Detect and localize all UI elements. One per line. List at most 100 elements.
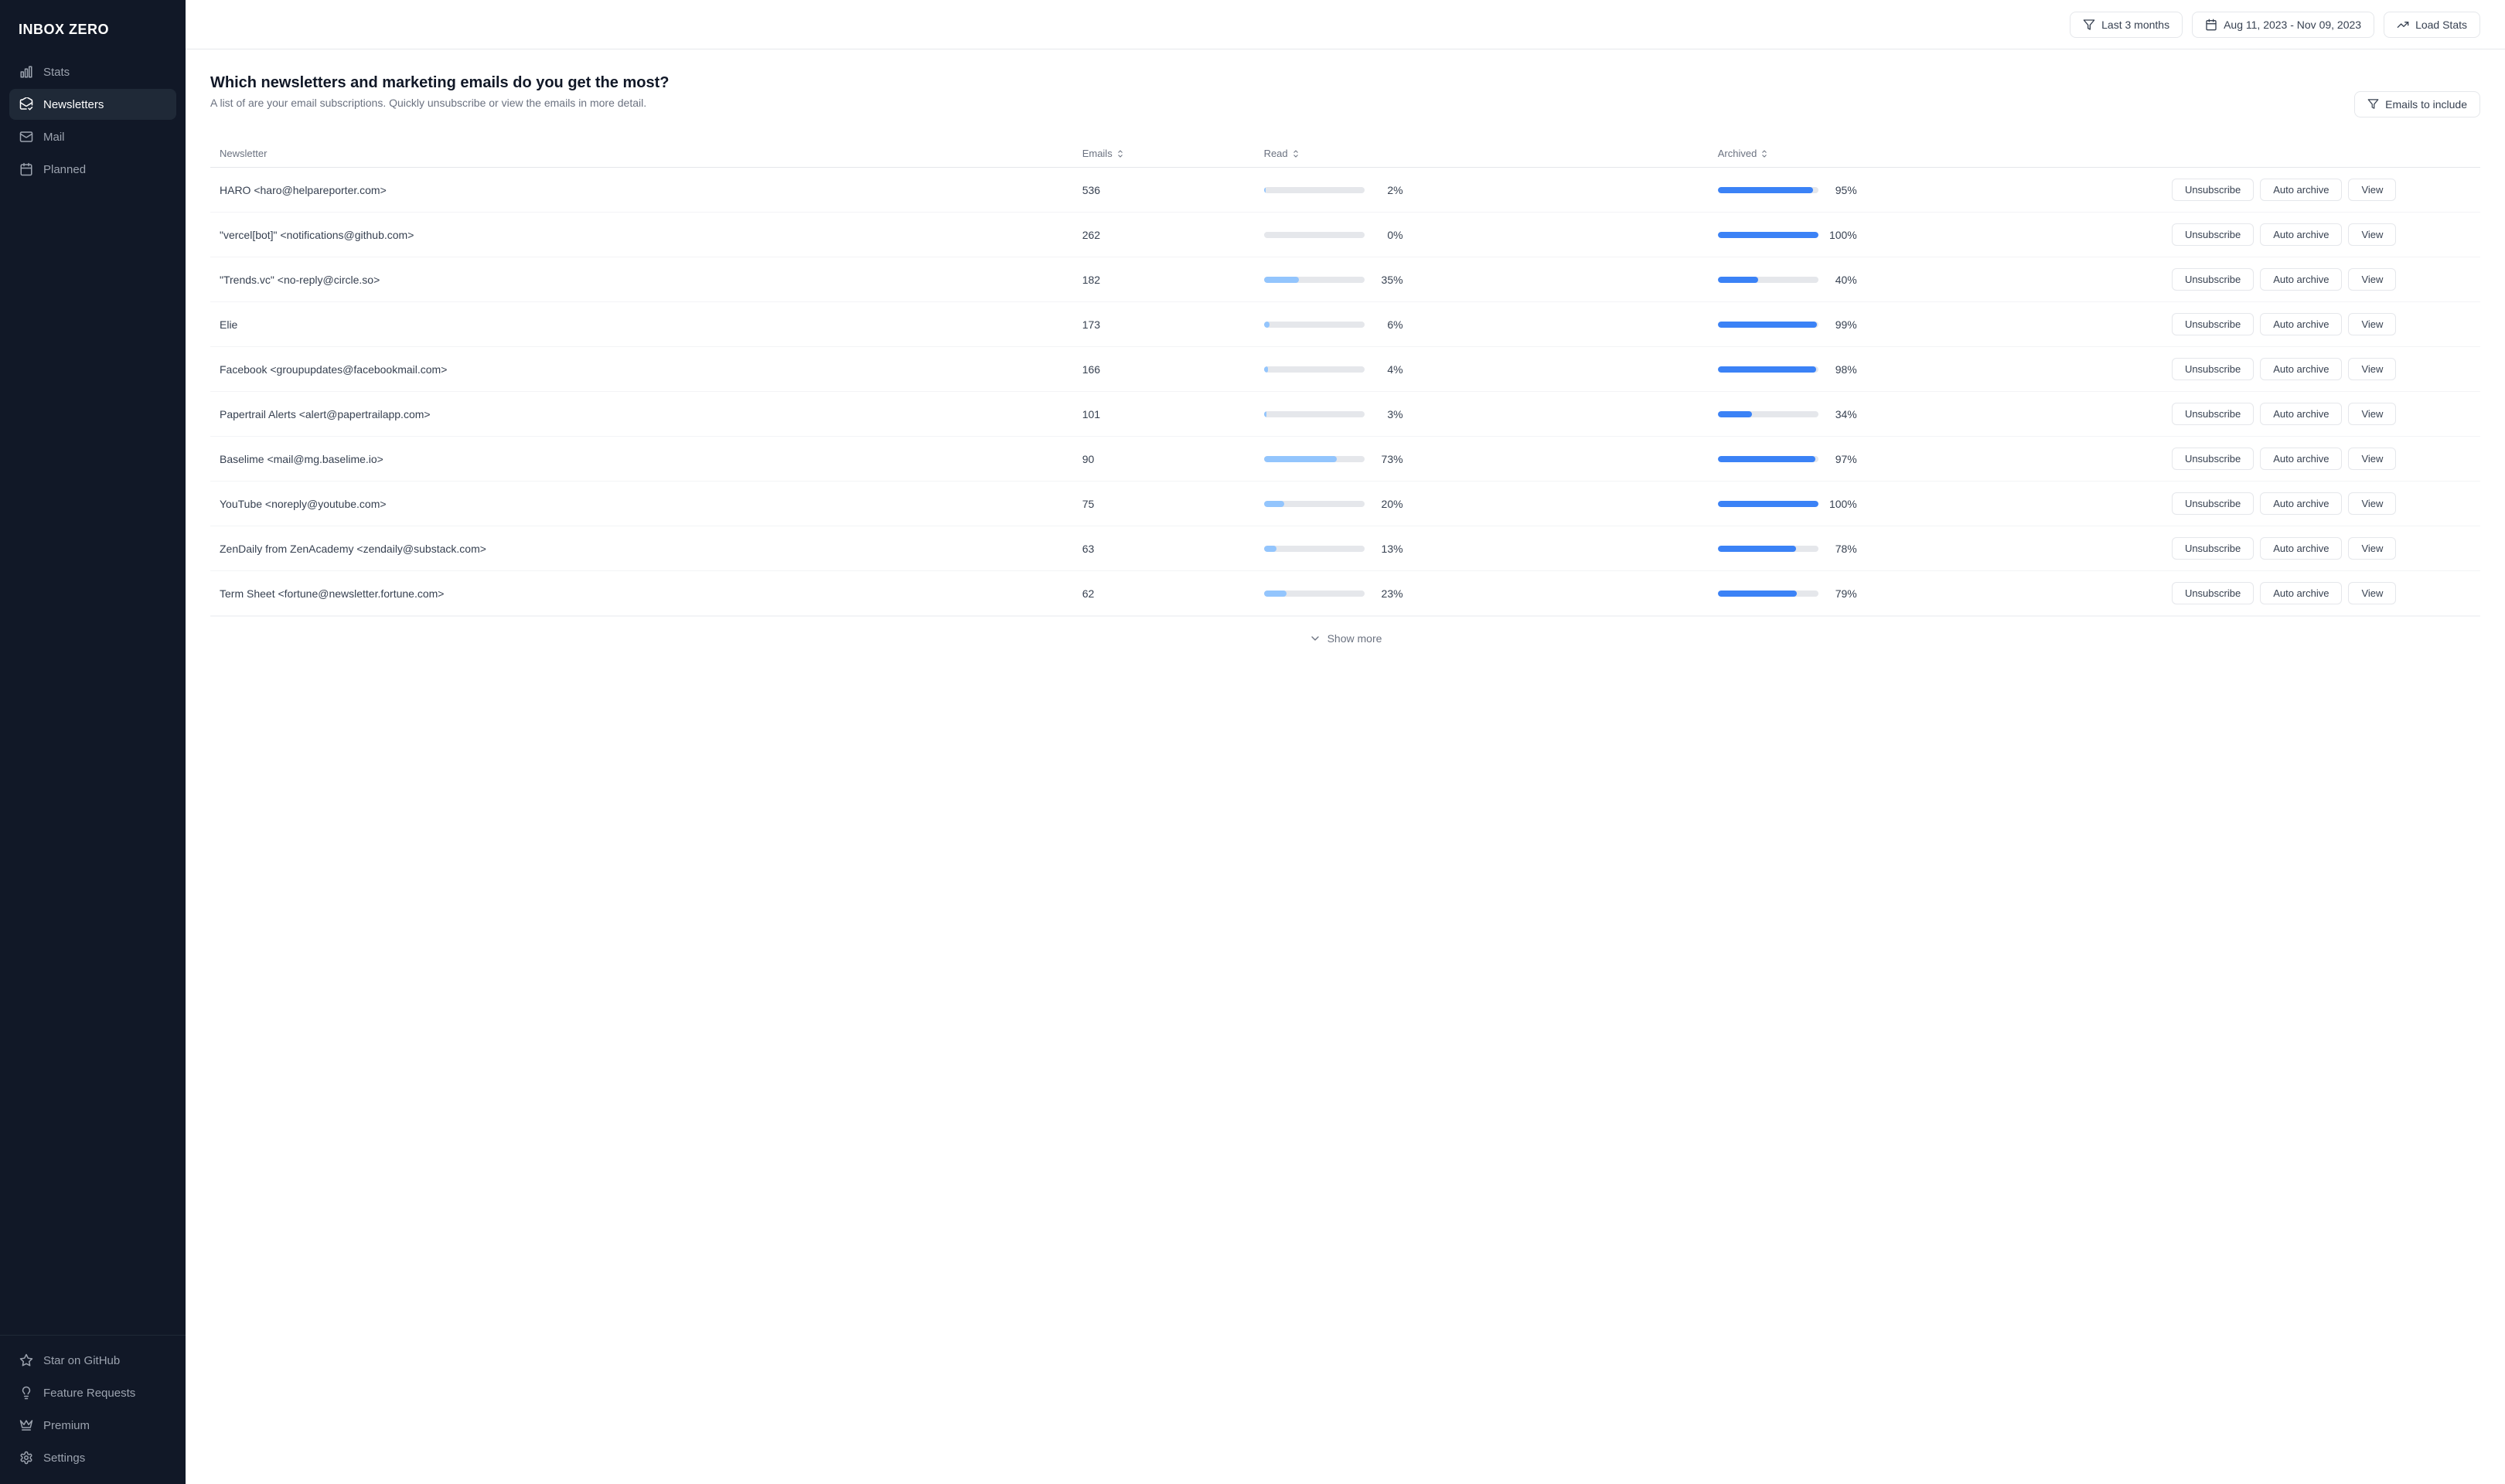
view-button[interactable]: View	[2348, 313, 2396, 335]
sidebar-item-mail-label: Mail	[43, 131, 65, 144]
unsubscribe-button[interactable]: Unsubscribe	[2172, 537, 2254, 560]
newsletters-table: Newsletter Emails Read	[210, 140, 2480, 616]
table-row: Term Sheet <fortune@newsletter.fortune.c…	[210, 571, 2480, 616]
view-button[interactable]: View	[2348, 223, 2396, 246]
sort-icon	[1291, 149, 1300, 158]
email-count: 90	[1082, 453, 1095, 465]
newsletter-name-cell: ZenDaily from ZenAcademy <zendaily@subst…	[210, 526, 1073, 571]
auto-archive-button[interactable]: Auto archive	[2260, 179, 2342, 201]
view-button[interactable]: View	[2348, 448, 2396, 470]
auto-archive-button[interactable]: Auto archive	[2260, 268, 2342, 291]
view-button[interactable]: View	[2348, 537, 2396, 560]
auto-archive-button[interactable]: Auto archive	[2260, 403, 2342, 425]
sidebar-item-planned[interactable]: Planned	[9, 154, 176, 185]
unsubscribe-button[interactable]: Unsubscribe	[2172, 582, 2254, 604]
email-count-cell: 536	[1073, 168, 1255, 213]
archived-rate-cell: 34%	[1709, 392, 2162, 437]
actions-cell: Unsubscribe Auto archive View	[2162, 482, 2480, 526]
sidebar-item-settings[interactable]: Settings	[9, 1442, 176, 1473]
sidebar: INBOX ZERO Stats Newsletters	[0, 0, 186, 1484]
auto-archive-button[interactable]: Auto archive	[2260, 492, 2342, 515]
view-button[interactable]: View	[2348, 358, 2396, 380]
auto-archive-button[interactable]: Auto archive	[2260, 313, 2342, 335]
filter-icon	[2083, 19, 2095, 31]
col-read[interactable]: Read	[1255, 140, 1709, 168]
view-button[interactable]: View	[2348, 268, 2396, 291]
sidebar-item-stats[interactable]: Stats	[9, 56, 176, 87]
page-title: Which newsletters and marketing emails d…	[210, 74, 669, 92]
app-logo: INBOX ZERO	[0, 0, 186, 56]
auto-archive-button[interactable]: Auto archive	[2260, 448, 2342, 470]
unsubscribe-button[interactable]: Unsubscribe	[2172, 268, 2254, 291]
read-rate-cell: 20%	[1255, 482, 1709, 526]
view-button[interactable]: View	[2348, 403, 2396, 425]
newsletter-name: ZenDaily from ZenAcademy <zendaily@subst…	[220, 543, 486, 555]
emails-to-include-button[interactable]: Emails to include	[2354, 91, 2480, 117]
col-archived[interactable]: Archived	[1709, 140, 2162, 168]
sidebar-item-mail[interactable]: Mail	[9, 121, 176, 152]
unsubscribe-button[interactable]: Unsubscribe	[2172, 223, 2254, 246]
read-rate-cell: 2%	[1255, 168, 1709, 213]
newsletter-name: Term Sheet <fortune@newsletter.fortune.c…	[220, 587, 444, 600]
unsubscribe-button[interactable]: Unsubscribe	[2172, 403, 2254, 425]
email-count: 166	[1082, 363, 1100, 376]
archived-pct: 97%	[1828, 453, 1857, 465]
auto-archive-button[interactable]: Auto archive	[2260, 358, 2342, 380]
archived-rate-cell: 78%	[1709, 526, 2162, 571]
email-count-cell: 166	[1073, 347, 1255, 392]
email-count: 101	[1082, 408, 1100, 420]
view-button[interactable]: View	[2348, 492, 2396, 515]
view-button[interactable]: View	[2348, 582, 2396, 604]
sidebar-item-newsletters[interactable]: Newsletters	[9, 89, 176, 120]
filter-icon	[2367, 98, 2379, 110]
unsubscribe-button[interactable]: Unsubscribe	[2172, 358, 2254, 380]
top-header: Last 3 months Aug 11, 2023 - Nov 09, 202…	[186, 0, 2505, 49]
table-row: Facebook <groupupdates@facebookmail.com>…	[210, 347, 2480, 392]
gear-icon	[19, 1450, 34, 1465]
table-row: YouTube <noreply@youtube.com>7520%100%Un…	[210, 482, 2480, 526]
sidebar-item-star-github[interactable]: Star on GitHub	[9, 1345, 176, 1376]
page-info: Which newsletters and marketing emails d…	[210, 74, 669, 134]
archived-pct: 99%	[1828, 318, 1857, 331]
unsubscribe-button[interactable]: Unsubscribe	[2172, 448, 2254, 470]
unsubscribe-button[interactable]: Unsubscribe	[2172, 179, 2254, 201]
auto-archive-button[interactable]: Auto archive	[2260, 223, 2342, 246]
unsubscribe-button[interactable]: Unsubscribe	[2172, 313, 2254, 335]
email-count: 262	[1082, 229, 1100, 241]
email-count: 536	[1082, 184, 1100, 196]
sidebar-item-feature-requests[interactable]: Feature Requests	[9, 1377, 176, 1408]
col-emails[interactable]: Emails	[1073, 140, 1255, 168]
show-more-label: Show more	[1327, 632, 1382, 645]
read-pct: 4%	[1374, 363, 1403, 376]
chevron-down-icon	[1309, 632, 1321, 645]
unsubscribe-button[interactable]: Unsubscribe	[2172, 492, 2254, 515]
email-count-cell: 101	[1073, 392, 1255, 437]
newsletter-name: Facebook <groupupdates@facebookmail.com>	[220, 363, 447, 376]
content-header: Which newsletters and marketing emails d…	[210, 74, 2480, 134]
auto-archive-button[interactable]: Auto archive	[2260, 582, 2342, 604]
archived-rate-cell: 100%	[1709, 482, 2162, 526]
calendar-icon	[2205, 19, 2217, 31]
newsletter-name: "vercel[bot]" <notifications@github.com>	[220, 229, 414, 241]
period-selector[interactable]: Last 3 months	[2070, 12, 2183, 38]
read-rate-cell: 35%	[1255, 257, 1709, 302]
sort-icon	[1760, 149, 1769, 158]
show-more-button[interactable]: Show more	[210, 616, 2480, 660]
newsletter-name-cell: YouTube <noreply@youtube.com>	[210, 482, 1073, 526]
load-stats-label: Load Stats	[2415, 19, 2467, 31]
archived-rate-cell: 98%	[1709, 347, 2162, 392]
newsletter-name-cell: Facebook <groupupdates@facebookmail.com>	[210, 347, 1073, 392]
star-icon	[19, 1353, 34, 1368]
actions-cell: Unsubscribe Auto archive View	[2162, 437, 2480, 482]
load-stats-button[interactable]: Load Stats	[2384, 12, 2480, 38]
archived-pct: 78%	[1828, 543, 1857, 555]
mail-icon	[19, 129, 34, 145]
auto-archive-button[interactable]: Auto archive	[2260, 537, 2342, 560]
date-range-selector[interactable]: Aug 11, 2023 - Nov 09, 2023	[2192, 12, 2374, 38]
table-row: "Trends.vc" <no-reply@circle.so>18235%40…	[210, 257, 2480, 302]
email-count-cell: 62	[1073, 571, 1255, 616]
archived-pct: 100%	[1828, 229, 1857, 241]
sidebar-item-premium[interactable]: Premium	[9, 1410, 176, 1441]
view-button[interactable]: View	[2348, 179, 2396, 201]
trending-up-icon	[2397, 19, 2409, 31]
